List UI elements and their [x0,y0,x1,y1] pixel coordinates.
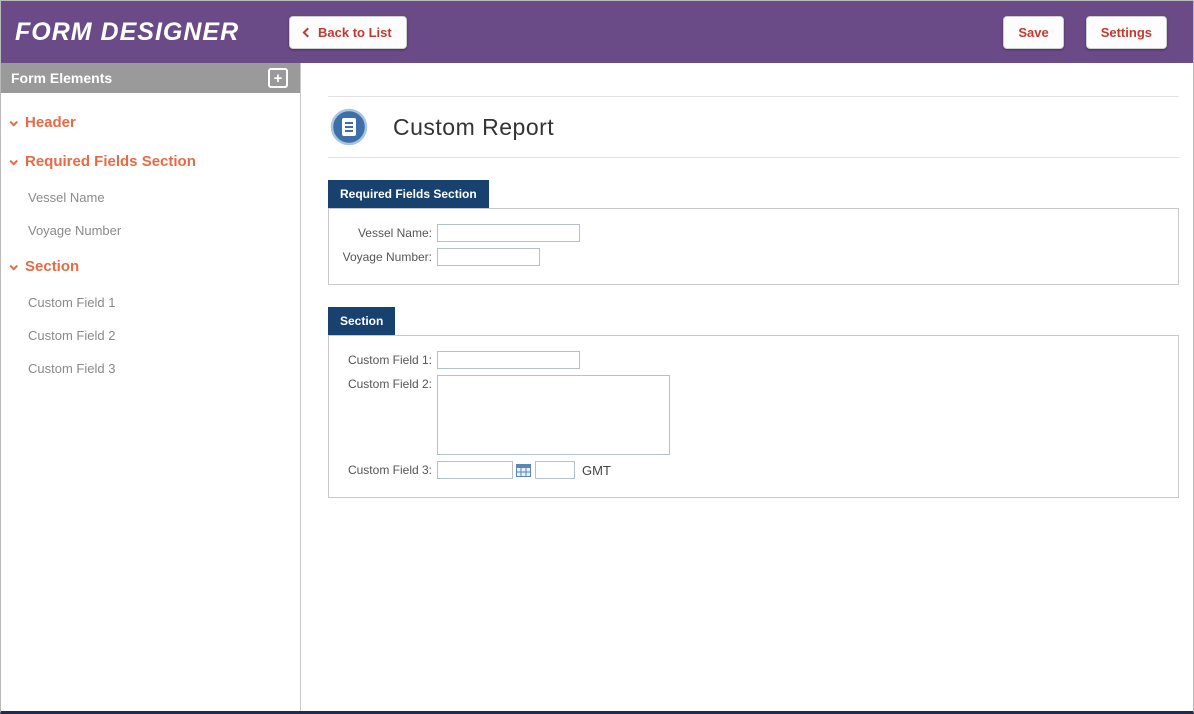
report-header: Custom Report [328,96,1179,158]
chevron-left-icon [303,27,313,37]
save-button[interactable]: Save [1003,16,1063,49]
time-input[interactable] [535,461,575,479]
sidebar-item[interactable]: Vessel Name [1,181,300,214]
sidebar-group: Section Custom Field 1Custom Field 2Cust… [1,247,300,385]
field-label: Custom Field 3: [341,461,437,479]
section-tab-label: Section [340,314,383,328]
calendar-icon[interactable] [516,464,531,477]
sidebar-group-label: Section [25,258,79,275]
form-section: Section Custom Field 1:Custom Field 2:Cu… [328,307,1179,498]
sidebar-group-children: Vessel NameVoyage Number [1,181,300,247]
sidebar-item[interactable]: Custom Field 1 [1,286,300,319]
sidebar: Form Elements + Header Required Fields S… [1,63,301,711]
section-tab-label: Required Fields Section [340,187,477,201]
textarea-input[interactable] [437,375,670,455]
chevron-down-icon [9,157,17,165]
sidebar-group: Header [1,103,300,142]
text-input[interactable] [437,351,580,369]
back-to-list-button[interactable]: Back to List [289,16,407,49]
sidebar-group-header[interactable]: Section [1,247,300,286]
text-input[interactable] [437,248,540,266]
date-input[interactable] [437,461,513,479]
page-title: Custom Report [393,114,554,141]
settings-button[interactable]: Settings [1086,16,1167,49]
sidebar-item[interactable]: Voyage Number [1,214,300,247]
chevron-down-icon [9,118,17,126]
sidebar-item[interactable]: Custom Field 3 [1,352,300,385]
sidebar-group-label: Header [25,114,76,131]
section-tab[interactable]: Required Fields Section [328,180,489,208]
field-row: Vessel Name: [341,224,1166,242]
plus-icon: + [274,71,283,86]
chevron-down-icon [9,262,17,270]
section-panel: Custom Field 1: Custom Field 2: Custom Fie… [328,335,1179,498]
field-label: Vessel Name: [341,224,437,242]
sidebar-title: Form Elements [11,70,112,86]
sidebar-group: Required Fields Section Vessel NameVoyag… [1,142,300,247]
section-panel: Vessel Name: Voyage Number: [328,208,1179,285]
field-row: Custom Field 1: [341,351,1166,369]
app-title: FORM DESIGNER [1,18,289,47]
report-document-icon [330,108,368,146]
field-row: Custom Field 2: [341,375,1166,455]
sidebar-group-label: Required Fields Section [25,153,196,170]
form-designer-app: FORM DESIGNER Back to List Save Settings… [0,0,1194,714]
main-content: Custom Report Required Fields Section Ve… [301,63,1193,711]
form-sections: Required Fields Section Vessel Name: Voya… [328,180,1179,498]
sidebar-group-header[interactable]: Header [1,103,300,142]
sidebar-group-header[interactable]: Required Fields Section [1,142,300,181]
topbar: FORM DESIGNER Back to List Save Settings [1,1,1193,63]
sidebar-group-children: Custom Field 1Custom Field 2Custom Field… [1,286,300,385]
sidebar-item[interactable]: Custom Field 2 [1,319,300,352]
field-label: Custom Field 2: [341,375,437,393]
timezone-label: GMT [582,463,611,478]
text-input[interactable] [437,224,580,242]
back-to-list-label: Back to List [318,25,392,40]
form-section: Required Fields Section Vessel Name: Voya… [328,180,1179,285]
field-label: Custom Field 1: [341,351,437,369]
field-row: Custom Field 3: GMT [341,461,1166,479]
field-label: Voyage Number: [341,248,437,266]
section-tab[interactable]: Section [328,307,395,335]
topbar-actions: Save Settings [1003,16,1193,49]
add-element-button[interactable]: + [268,68,288,88]
sidebar-header: Form Elements + [1,63,300,93]
field-row: Voyage Number: [341,248,1166,266]
sidebar-tree: Header Required Fields Section Vessel Na… [1,93,300,395]
